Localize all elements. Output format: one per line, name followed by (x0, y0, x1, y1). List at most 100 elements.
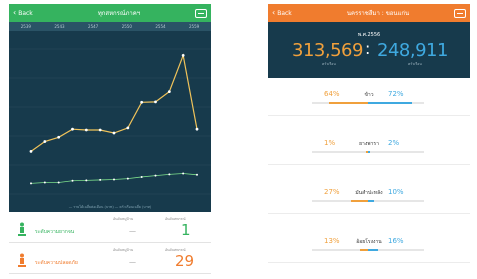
menu-icon[interactable] (195, 8, 207, 18)
crop-row[interactable]: 27% มันสำปะหลัง 10% (268, 176, 470, 214)
data-point[interactable] (195, 127, 199, 131)
left-percent: 27% (324, 188, 340, 196)
left-percent: 13% (324, 237, 340, 245)
col2-value: 1 (181, 221, 191, 239)
page-title: ทุกสหกรณ์ภาคฯ (97, 10, 141, 17)
left-unit: ครัวเรือน (322, 62, 336, 66)
stat-row-poverty[interactable]: ระดับความยากจน อันดับหมู่บ้าน อันดับสหกร… (9, 212, 211, 243)
data-point[interactable] (29, 149, 33, 153)
left-share-bar (351, 200, 368, 202)
data-point[interactable] (154, 100, 157, 104)
right-unit: ครัวเรือน (408, 62, 422, 66)
data-point[interactable] (181, 53, 185, 57)
crop-row[interactable]: 1% ยางพารา 2% (268, 127, 470, 165)
crop-row[interactable]: 64% ข้าว 72% (268, 78, 470, 116)
right-share-bar (368, 249, 378, 251)
chevron-left-icon: ‹ (13, 8, 17, 17)
right-share-bar (368, 102, 413, 104)
data-point[interactable] (126, 126, 130, 130)
right-household-count: 248,911 (377, 40, 448, 61)
page-title: นครราชสีมา : ขอนแก่น (346, 10, 410, 17)
data-point[interactable] (140, 100, 144, 104)
left-household-count: 313,569 (292, 40, 363, 61)
year-tick-label: 2539 (20, 24, 31, 29)
col2-value: 29 (175, 252, 195, 270)
crop-label: ยางพารา (359, 141, 379, 147)
stat-row-safety[interactable]: ระดับความปลอดภัย อันดับหมู่บ้าน อันดับสห… (9, 243, 211, 274)
data-point[interactable] (57, 181, 60, 184)
back-label: Back (277, 9, 292, 17)
right-percent: 16% (388, 237, 404, 245)
right-percent: 2% (388, 139, 400, 147)
year-tick-label: 2543 (54, 24, 65, 29)
right-percent: 10% (388, 188, 404, 196)
back-label: Back (18, 9, 33, 17)
col1-label: อันดับหมู่บ้าน (113, 248, 134, 252)
person-icon (18, 222, 26, 236)
line-chart: 2539 2543 2547 2550 2554 2559 — รายได้เฉลี่ยต… (9, 22, 211, 212)
menu-icon[interactable] (454, 8, 466, 18)
stat-name: ระดับความปลอดภัย (35, 260, 78, 266)
series-line (30, 173, 198, 184)
data-point[interactable] (84, 128, 88, 132)
stat-name: ระดับความยากจน (35, 229, 75, 235)
person-icon (18, 253, 26, 267)
data-point[interactable] (43, 181, 46, 184)
left-phone-screen: ‹ Back ทุกสหกรณ์ภาคฯ 2539 2543 2547 2550 255… (9, 4, 211, 275)
back-button[interactable]: ‹ Back (268, 9, 302, 17)
summary-panel: พ.ศ.2556 313,569 : 248,911 ครัวเรือน ครั… (268, 22, 470, 78)
chevron-left-icon: ‹ (272, 8, 276, 17)
data-point[interactable] (168, 173, 171, 176)
series-line (30, 53, 198, 152)
crop-label: อ้อยโรงงาน (356, 239, 382, 245)
stats-panel: ระดับความยากจน อันดับหมู่บ้าน อันดับสหกร… (9, 212, 211, 275)
data-point[interactable] (140, 175, 143, 178)
year-tick-label: 2559 (189, 24, 200, 29)
data-point[interactable] (98, 128, 102, 132)
right-share-bar (368, 151, 370, 153)
right-navbar: ‹ Back นครราชสีมา : ขอนแก่น (268, 4, 470, 22)
data-point[interactable] (154, 174, 157, 177)
year-axis: 2539 2543 2547 2550 2554 2559 (9, 22, 211, 31)
comparison-bar (312, 200, 424, 202)
left-navbar: ‹ Back ทุกสหกรณ์ภาคฯ (9, 4, 211, 22)
separator: : (365, 39, 371, 58)
left-share-bar (328, 102, 368, 104)
data-point[interactable] (71, 127, 74, 131)
data-point[interactable] (99, 178, 102, 181)
data-point[interactable] (85, 179, 88, 182)
data-point[interactable] (30, 182, 32, 185)
data-point[interactable] (167, 90, 171, 94)
data-point[interactable] (57, 135, 61, 139)
col1-value: — (129, 227, 136, 235)
data-point[interactable] (112, 131, 116, 135)
left-share-bar (359, 249, 368, 251)
crop-comparison-list: 64% ข้าว 72% 1% ยางพารา 2% 27% มันสำปะหลัง 10% 13… (268, 78, 470, 275)
left-percent: 64% (324, 90, 340, 98)
chart-legend: — รายได้เฉลี่ยต่อเดือน (บาท) — ครัวเรือน… (68, 205, 152, 209)
year-tick-label: 2554 (155, 24, 166, 29)
right-share-bar (368, 200, 375, 202)
crop-row[interactable]: 13% อ้อยโรงงาน 16% (268, 225, 470, 263)
data-point[interactable] (126, 177, 129, 180)
col1-label: อันดับหมู่บ้าน (113, 217, 134, 221)
data-point[interactable] (43, 140, 47, 143)
right-percent: 72% (388, 90, 404, 98)
data-point[interactable] (113, 178, 115, 181)
comparison-bar (312, 151, 424, 153)
data-point[interactable] (182, 172, 185, 175)
crop-label: ข้าว (364, 92, 374, 98)
year-tick-label: 2550 (121, 24, 132, 29)
crop-label: มันสำปะหลัง (355, 190, 383, 196)
col1-value: — (129, 258, 136, 266)
data-point[interactable] (196, 173, 198, 176)
comparison-bar (312, 102, 424, 104)
chart-plot (9, 48, 211, 195)
year-label: พ.ศ.2556 (357, 32, 381, 38)
data-point[interactable] (71, 179, 74, 182)
right-phone-screen: ‹ Back นครราชสีมา : ขอนแก่น พ.ศ.2556 313… (268, 4, 470, 275)
comparison-bar (312, 249, 424, 251)
year-tick-label: 2547 (88, 24, 99, 29)
back-button[interactable]: ‹ Back (9, 9, 43, 17)
left-percent: 1% (324, 139, 336, 147)
